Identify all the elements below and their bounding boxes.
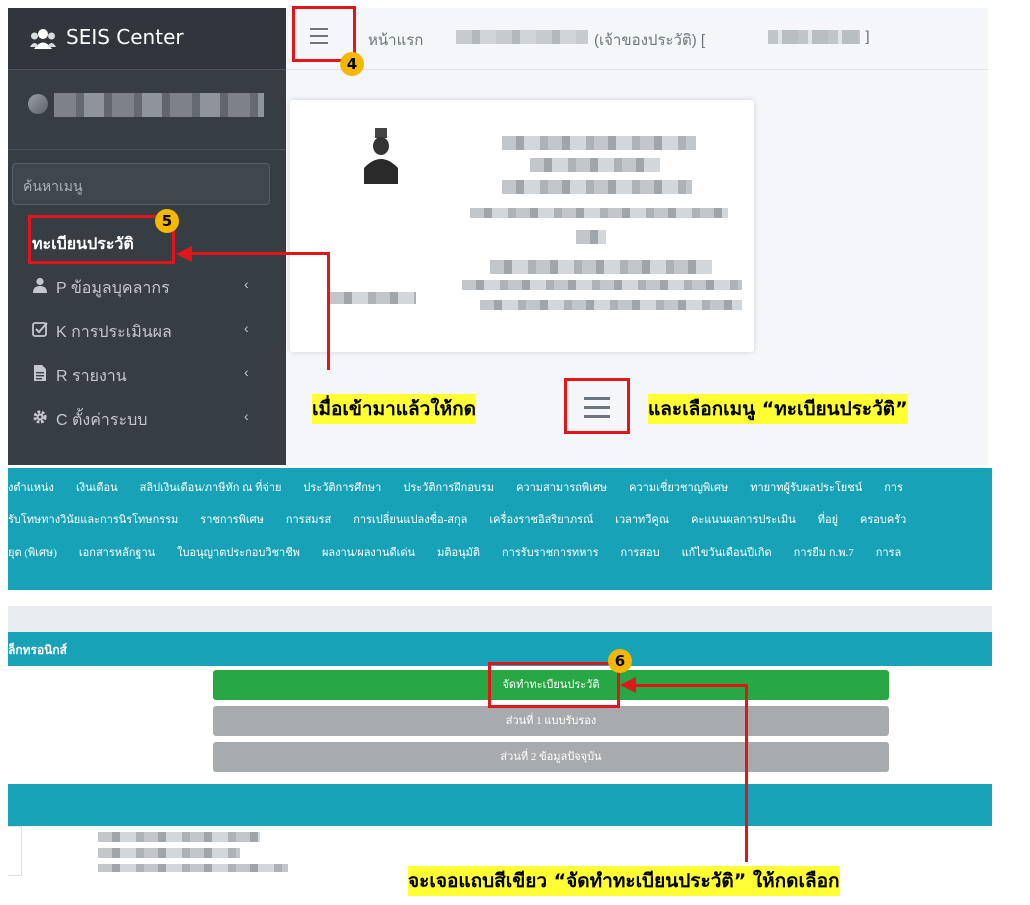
check-square-icon (32, 322, 48, 337)
user-name-blurred (54, 93, 264, 117)
profile-card (290, 100, 754, 352)
avatar (28, 94, 48, 114)
tab-item[interactable]: ใบอนุญาตประกอบวิชาชีพ (177, 543, 300, 561)
blurred-text (502, 136, 696, 150)
file-icon (34, 365, 46, 381)
blurred-text (502, 180, 692, 194)
brand-title: SEIS Center (66, 25, 184, 49)
tab-item[interactable]: ราชการพิเศษ (200, 510, 264, 528)
tab-item[interactable]: ที่อยู่ (818, 510, 838, 528)
divider-strip (8, 606, 992, 632)
step-marker-5: 5 (155, 209, 179, 233)
tab-item[interactable]: การเปลี่ยนแปลงชื่อ-สกุล (353, 510, 467, 528)
instruction-text-2: จะเจอแถบสีเขียว “จัดทำทะเบียนประวัติ” ให… (408, 866, 840, 896)
blurred-text (98, 832, 260, 842)
blurred-text (98, 864, 288, 872)
chevron-left-icon: ‹ (244, 320, 249, 336)
tab-item[interactable]: เอกสารหลักฐาน (79, 543, 155, 561)
sidebar-item-label: R รายงาน (56, 368, 127, 385)
section-header: ล็กทรอนิกส์ (8, 632, 992, 666)
tab-item[interactable]: ครอบครัว (860, 510, 906, 528)
instruction-text-1b: และเลือกเมนู “ทะเบียนประวัติ” (648, 394, 908, 424)
tab-item[interactable]: ความเชี่ยวชาญพิเศษ (629, 478, 728, 496)
annotation-box-profile-menu (28, 215, 175, 264)
arrow-left-icon (176, 246, 192, 262)
tab-item[interactable]: เงินเดือน (76, 478, 118, 496)
profile-tabs-bar: งตำแหน่ง เงินเดือน สลิปเงินเดือน/ภาษีหัก ณ… (8, 468, 992, 590)
sidebar-item-report[interactable]: R รายงาน ‹ (8, 352, 286, 396)
step-marker-6: 6 (608, 649, 632, 673)
step-marker-4: 4 (340, 52, 364, 76)
blurred-text (530, 158, 660, 172)
chevron-left-icon: ‹ (244, 408, 249, 424)
blurred-text (330, 292, 416, 304)
tab-item[interactable]: รับโทษทางวินัยและการนิรโทษกรรม (8, 510, 178, 528)
tab-item[interactable]: ยุต (พิเศษ) (8, 543, 57, 561)
annotation-connector (327, 252, 330, 370)
blurred-text (462, 280, 742, 290)
blurred-text (480, 300, 742, 310)
tab-item[interactable]: แก้ไขวันเดือนปีเกิด (682, 543, 772, 561)
tab-item[interactable]: ผลงาน/ผลงานดีเด่น (322, 543, 415, 561)
blurred-text (490, 260, 712, 274)
part1-certification-button[interactable]: ส่วนที่ 1 แบบรับรอง (213, 706, 889, 736)
tab-item[interactable]: การสมรส (286, 510, 331, 528)
tab-item[interactable]: มติอนุมัติ (437, 543, 480, 561)
chevron-left-icon: ‹ (244, 364, 249, 380)
tab-item[interactable]: การยืม ก.พ.7 (794, 543, 854, 561)
annotation-connector (636, 684, 748, 687)
tab-row: งตำแหน่ง เงินเดือน สลิปเงินเดือน/ภาษีหัก ณ… (8, 478, 925, 506)
user-icon (33, 277, 47, 293)
sidebar-item-label: P ข้อมูลบุคลากร (56, 280, 170, 297)
sidebar-item-personnel[interactable]: P ข้อมูลบุคลากร ‹ (8, 264, 286, 308)
owner-bracket: ] (864, 28, 870, 46)
blurred-text (576, 230, 606, 244)
tab-item[interactable]: เวลาทวีคูณ (615, 510, 669, 528)
tab-item[interactable]: เครื่องราชอิสริยาภรณ์ (489, 510, 593, 528)
user-panel[interactable] (8, 70, 286, 150)
tab-item[interactable]: ทายาทผู้รับผลประโยชน์ (750, 478, 862, 496)
part2-current-data-button[interactable]: ส่วนที่ 2 ข้อมูลปัจจุบัน (213, 742, 889, 772)
owner-name-blurred (456, 30, 588, 44)
annotation-box-create-button (488, 662, 620, 708)
sidebar-brand[interactable]: SEIS Center (8, 8, 286, 70)
list-tab-indicator (80, 822, 356, 825)
tab-item[interactable]: การรับราชการทหาร (502, 543, 599, 561)
tab-row: ยุต (พิเศษ) เอกสารหลักฐาน ใบอนุญาตประกอบวิ… (8, 543, 923, 571)
top-screenshot-panel: SEIS Center ค้นหาเมนู ทะเบียนประวัติ P ข… (0, 0, 1030, 465)
tab-item[interactable]: ประวัติการฝึกอบรม (403, 478, 494, 496)
annotation-connector (745, 684, 748, 862)
users-icon (30, 29, 56, 49)
owner-label: (เจ้าของประวัติ) [ (594, 32, 706, 49)
owner-id-blurred (768, 30, 860, 44)
hamburger-menu-icon (584, 397, 610, 418)
tab-item[interactable]: งตำแหน่ง (8, 478, 54, 496)
list-frame (8, 826, 22, 876)
annotation-connector (192, 252, 330, 255)
tab-row: รับโทษทางวินัยและการนิรโทษกรรม ราชการพิเศ… (8, 510, 928, 538)
tab-item[interactable]: ความสามารถพิเศษ (516, 478, 607, 496)
sidebar-item-label: K การประเมินผล (56, 324, 172, 341)
blurred-text (98, 848, 240, 858)
section-footer-bar (8, 784, 992, 826)
tab-item[interactable]: ประวัติการศึกษา (303, 478, 381, 496)
chevron-left-icon: ‹ (244, 276, 249, 292)
sidebar-item-evaluation[interactable]: K การประเมินผล ‹ (8, 308, 286, 352)
tab-item[interactable]: การล (876, 543, 902, 561)
blurred-text (470, 208, 728, 218)
tab-item[interactable]: การสอบ (621, 543, 660, 561)
bottom-screenshot-panel: งตำแหน่ง เงินเดือน สลิปเงินเดือน/ภาษีหัก ณ… (0, 466, 1030, 905)
tab-item[interactable]: สลิปเงินเดือน/ภาษีหัก ณ ที่จ่าย (140, 478, 282, 496)
home-link[interactable]: หน้าแรก (368, 28, 423, 52)
sidebar-item-settings[interactable]: C ตั้งค่าระบบ ‹ (8, 396, 286, 440)
tab-item[interactable]: คะแนนผลการประเมิน (691, 510, 796, 528)
menu-search-input[interactable]: ค้นหาเมนู (12, 163, 270, 205)
person-photo-icon (364, 128, 398, 184)
top-navbar: หน้าแรก (เจ้าของประวัติ) [ ] (286, 8, 988, 70)
gear-icon (33, 410, 47, 424)
sidebar-item-label: C ตั้งค่าระบบ (56, 412, 148, 429)
tab-item[interactable]: การ (884, 478, 903, 496)
instruction-text-1a: เมื่อเข้ามาแล้วให้กด (312, 394, 476, 424)
